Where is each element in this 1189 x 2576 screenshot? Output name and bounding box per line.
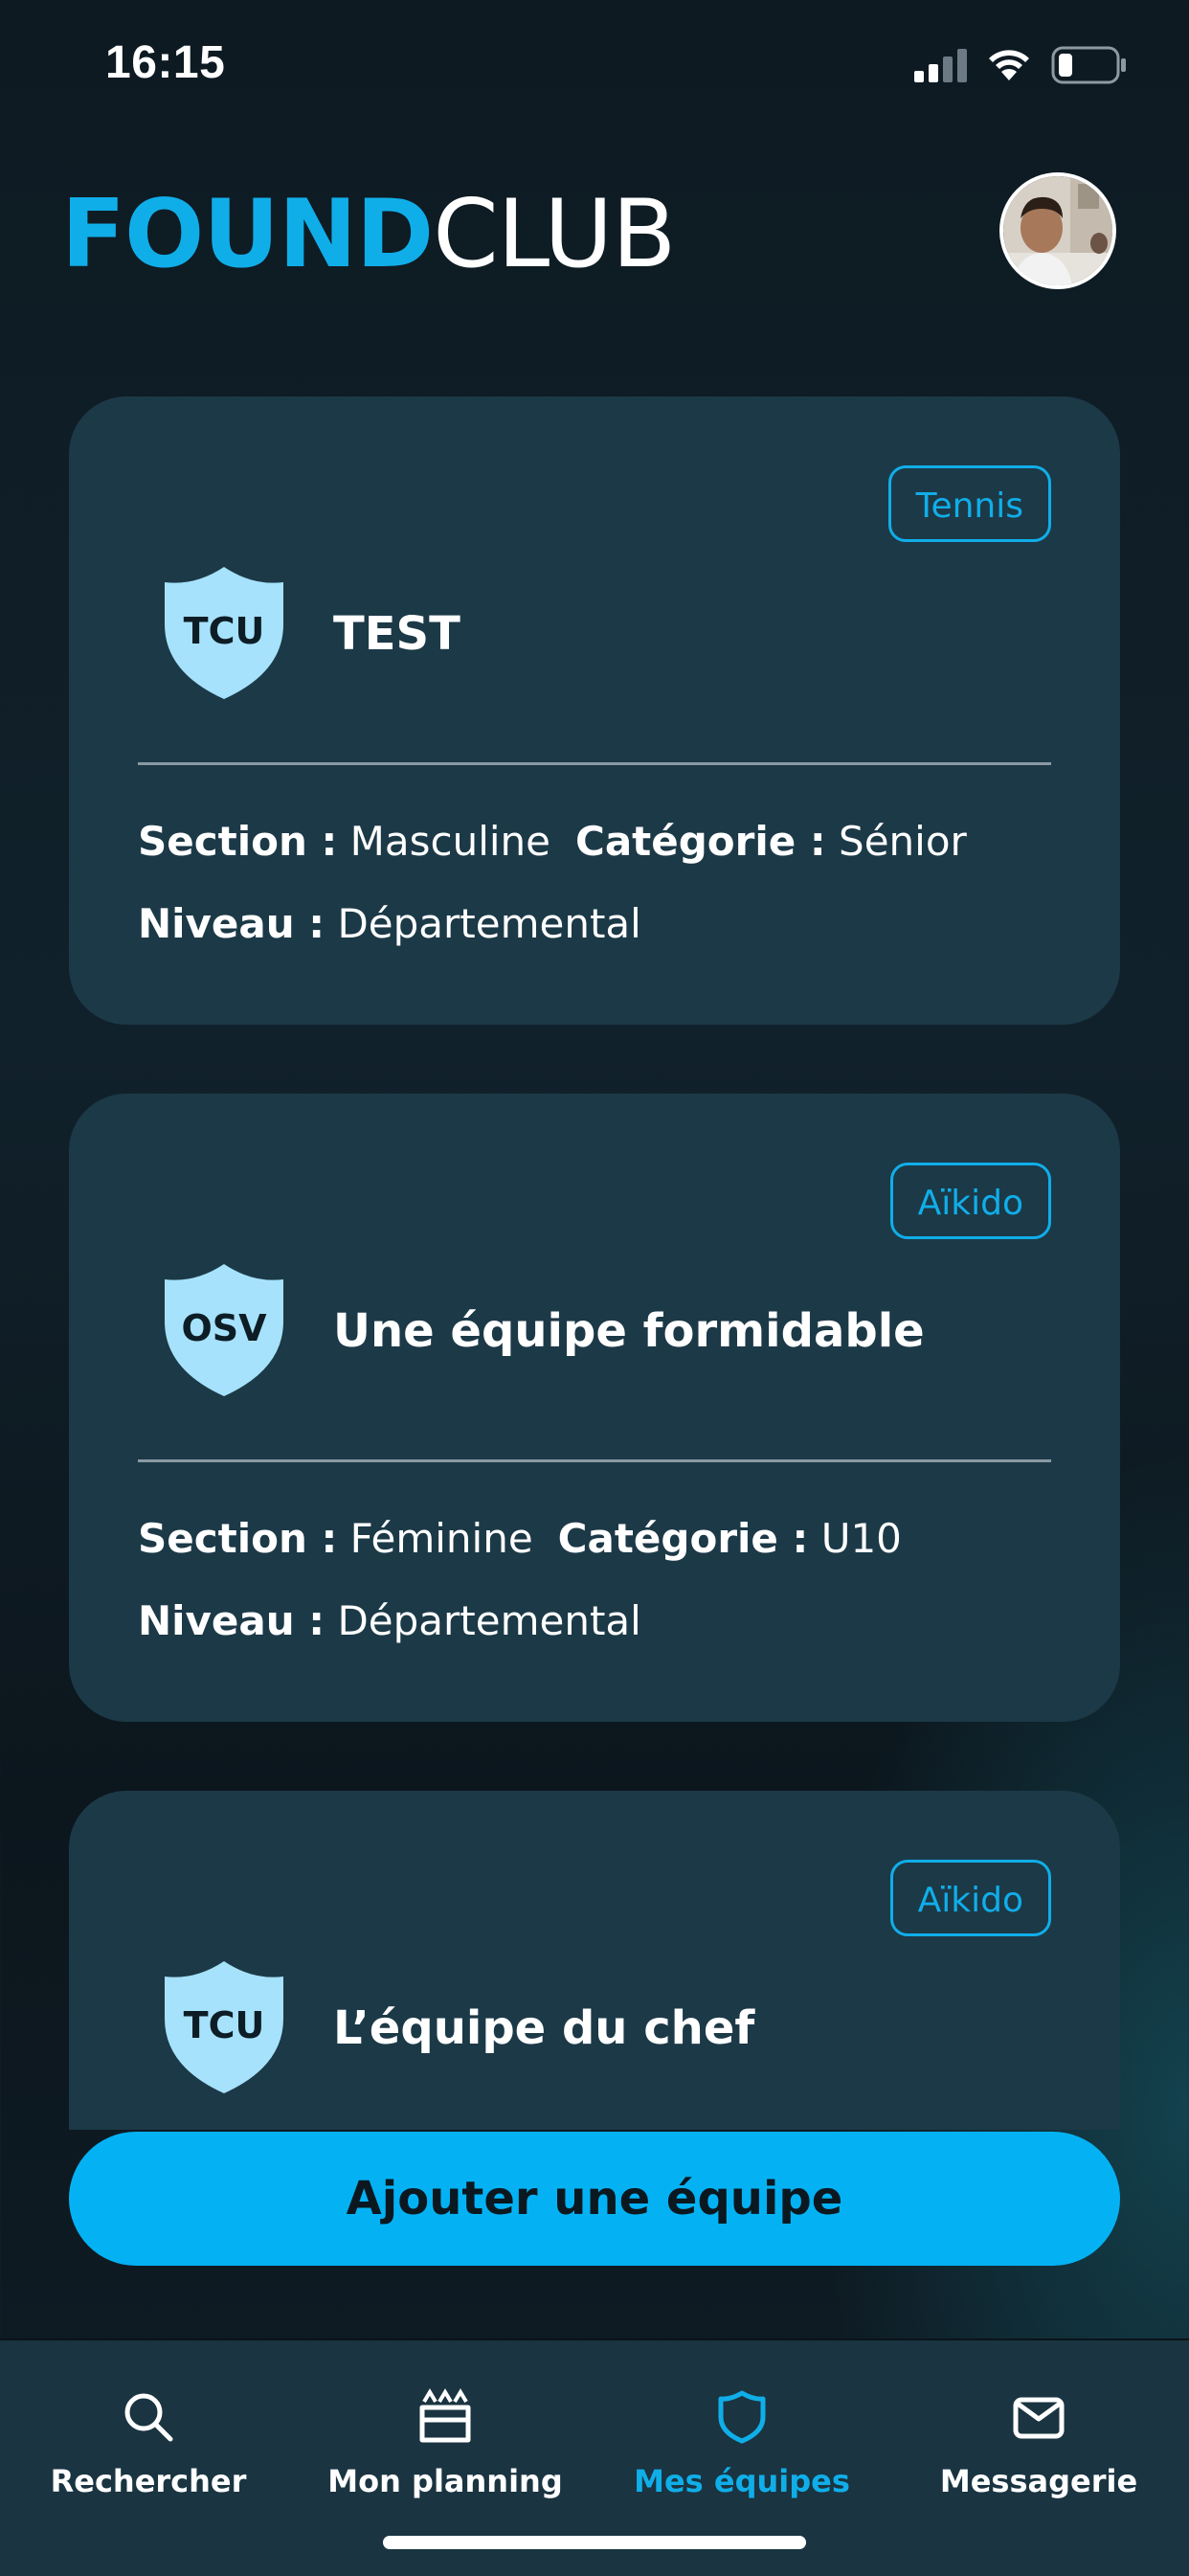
calendar-icon <box>419 2388 471 2443</box>
team-name: L’équipe du chef <box>333 2001 755 2055</box>
logo-part-found: FOUND <box>61 180 434 289</box>
search-icon <box>124 2393 173 2442</box>
tab-label: Mes équipes <box>634 2463 850 2499</box>
home-indicator <box>383 2536 806 2549</box>
tab-label: Mon planning <box>327 2463 563 2499</box>
crest-text: OSV <box>181 1307 267 1349</box>
tab-planning[interactable]: Mon planning <box>297 2340 594 2532</box>
team-name: Une équipe formidable <box>333 1304 925 1358</box>
tab-label: Messagerie <box>939 2463 1138 2499</box>
card-divider <box>138 1459 1051 1462</box>
category-label: Catégorie : <box>557 1515 809 1562</box>
team-card[interactable]: Aïkido OSV Une équipe formidable Section… <box>69 1094 1120 1722</box>
category-label: Catégorie : <box>575 818 826 865</box>
level-label: Niveau : <box>138 900 325 947</box>
sport-badge: Tennis <box>887 465 1051 542</box>
team-info-line-1: Section : Féminine Catégorie : U10 <box>138 1515 927 1562</box>
card-divider <box>138 762 1051 765</box>
section-label: Section : <box>138 818 338 865</box>
team-name: TEST <box>333 607 460 661</box>
add-team-button[interactable]: Ajouter une équipe <box>69 2132 1120 2266</box>
wifi-icon <box>989 50 1029 80</box>
team-crest-icon: TCU <box>165 1961 283 2093</box>
app-logo: FOUNDCLUB <box>61 180 676 289</box>
profile-avatar[interactable] <box>999 172 1116 289</box>
level-label: Niveau : <box>138 1597 325 1644</box>
avatar-photo <box>1003 176 1112 285</box>
team-crest-icon: OSV <box>165 1264 283 1396</box>
cellular-signal-icon <box>914 49 967 82</box>
tab-label: Rechercher <box>50 2463 247 2499</box>
section-value: Féminine <box>349 1515 533 1562</box>
level-value: Départemental <box>337 1597 641 1644</box>
team-card[interactable]: Tennis TCU TEST Section : Masculine Catég… <box>69 396 1120 1025</box>
team-crest-icon: TCU <box>165 567 283 699</box>
team-card[interactable]: Aïkido TCU L’équipe du chef <box>69 1791 1120 2130</box>
team-info-line-2: Niveau : Départemental <box>138 900 666 947</box>
battery-icon <box>1051 46 1126 84</box>
level-value: Départemental <box>337 900 641 947</box>
tab-search[interactable]: Rechercher <box>0 2340 297 2532</box>
status-time: 16:15 <box>105 37 226 88</box>
category-value: Sénior <box>839 818 967 865</box>
crest-text: TCU <box>184 2004 265 2046</box>
section-label: Section : <box>138 1515 338 1562</box>
tab-my-teams[interactable]: Mes équipes <box>594 2340 890 2532</box>
sport-badge: Aïkido <box>889 1163 1051 1239</box>
mail-icon <box>1013 2397 1065 2439</box>
tab-messaging[interactable]: Messagerie <box>890 2340 1187 2532</box>
sport-badge: Aïkido <box>889 1860 1051 1936</box>
category-value: U10 <box>820 1515 902 1562</box>
section-value: Masculine <box>349 818 551 865</box>
team-info-line-2: Niveau : Départemental <box>138 1597 666 1644</box>
crest-text: TCU <box>184 610 265 652</box>
team-info-line-1: Section : Masculine Catégorie : Sénior <box>138 818 992 865</box>
shield-icon <box>718 2390 766 2444</box>
status-bar: 16:15 <box>0 0 1189 134</box>
logo-part-club: CLUB <box>433 180 676 289</box>
